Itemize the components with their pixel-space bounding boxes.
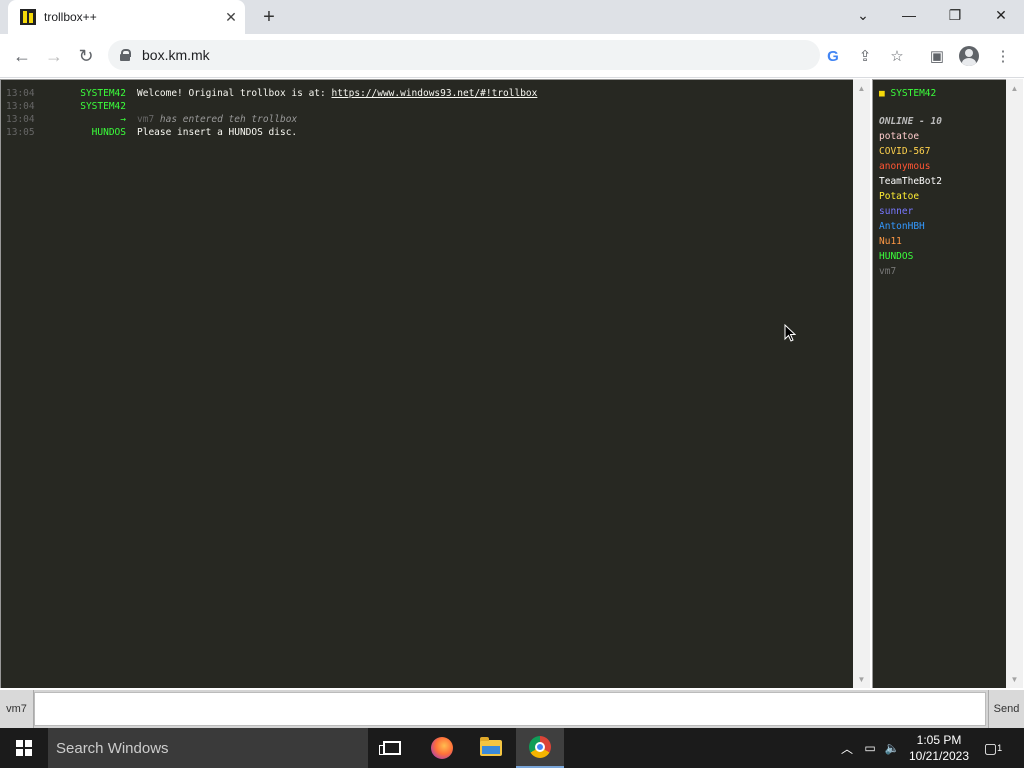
message-input[interactable] (34, 692, 986, 726)
new-tab-button[interactable]: + (258, 6, 280, 28)
search-placeholder: Search Windows (56, 739, 169, 757)
clock-time: 1:05 PM (916, 733, 962, 747)
reload-button[interactable]: ↻ (72, 42, 100, 70)
start-button[interactable] (0, 728, 48, 768)
address-bar[interactable]: box.km.mk (108, 40, 820, 70)
volume-muted-icon[interactable]: 🔈 (882, 728, 902, 768)
tab-strip: trollbox++ ✕ + ⌄ — ❐ ✕ (0, 0, 1024, 34)
send-button[interactable]: Send (988, 690, 1024, 728)
back-button[interactable]: ← (8, 42, 36, 70)
message-nick[interactable]: → (120, 114, 126, 125)
task-view-icon (379, 741, 401, 755)
message-body: Welcome! Original trollbox is at: (137, 88, 332, 99)
user-list-item[interactable]: Nu11 (879, 236, 902, 247)
join-text: has entered teh trollbox (159, 114, 298, 125)
user-list-item[interactable]: Potatoe (879, 191, 919, 202)
notification-icon: ▢ (983, 739, 998, 756)
message-input-bar: vm7 Send (0, 690, 1024, 728)
system-user-name: SYSTEM42 (890, 88, 937, 99)
scroll-up-arrow-icon[interactable]: ▲ (1006, 81, 1023, 95)
message-nick[interactable]: HUNDOS (92, 127, 126, 138)
user-list-item[interactable]: HUNDOS (879, 251, 913, 262)
chat-scrollbar[interactable]: ▲ ▼ (853, 79, 870, 688)
url-text[interactable]: box.km.mk (142, 47, 210, 63)
trollbox-favicon-icon (20, 9, 36, 25)
windows-taskbar: Search Windows ︿ ▭ 🔈 1:05 PM 10/21/2023 … (0, 728, 1024, 768)
close-window-button[interactable]: ✕ (978, 0, 1024, 30)
chrome-icon (529, 736, 551, 758)
message-body: Please insert a HUNDOS disc. (137, 127, 298, 138)
restore-button[interactable]: ❐ (932, 0, 978, 30)
message-link[interactable]: https://www.windows93.net/#!trollbox (331, 88, 537, 99)
online-count-label: ONLINE - 10 (879, 116, 942, 127)
chat-log: 13:04 SYSTEM42 Welcome! Original trollbox … (0, 79, 853, 688)
message-time: 13:04 (6, 114, 35, 125)
message-nick[interactable]: SYSTEM42 (80, 101, 126, 112)
chat-message: 13:04 SYSTEM42 Welcome! Original trollbox … (1, 88, 841, 101)
notification-count: 1 (997, 743, 1003, 753)
chat-message: 13:05 HUNDOS Please insert a HUNDOS disc. (1, 127, 841, 140)
file-explorer-taskbar-button[interactable] (467, 728, 515, 768)
scroll-down-arrow-icon[interactable]: ▼ (853, 672, 870, 686)
chat-message: 13:04 → vm7 has entered teh trollbox (1, 114, 841, 127)
user-list-item[interactable]: potatoe (879, 131, 919, 142)
close-tab-icon[interactable]: ✕ (221, 7, 241, 27)
bookmark-star-icon[interactable]: ☆ (886, 45, 908, 67)
joined-nick: vm7 (137, 114, 155, 125)
share-icon[interactable]: ⇪ (854, 45, 876, 67)
windows-logo-icon (16, 740, 32, 756)
nickname-button[interactable]: vm7 (0, 690, 34, 728)
taskbar-search-box[interactable]: Search Windows (48, 728, 368, 768)
avatar-icon (959, 46, 979, 66)
user-list-item[interactable]: COVID-567 (879, 146, 930, 157)
scroll-up-arrow-icon[interactable]: ▲ (853, 81, 870, 95)
message-text: Please insert a HUNDOS disc. (137, 127, 297, 138)
chrome-taskbar-button[interactable] (516, 728, 564, 768)
message-time: 13:05 (6, 127, 35, 138)
notification-center-button[interactable]: ▢ 1 (980, 728, 1006, 768)
minimize-button[interactable]: — (886, 0, 932, 30)
chat-message: 13:04 SYSTEM42 (1, 101, 841, 114)
user-list-item[interactable]: anonymous (879, 161, 930, 172)
browser-toolbar: ← → ↻ box.km.mk G ⇪ ☆ ▣ ⋮ (0, 34, 1024, 78)
browser-tab[interactable]: trollbox++ ✕ (8, 0, 245, 34)
clock-date: 10/21/2023 (908, 749, 970, 763)
task-view-button[interactable] (368, 728, 416, 768)
profile-avatar[interactable] (958, 45, 980, 67)
system-user: ■ SYSTEM42 (879, 88, 936, 99)
user-list-item[interactable]: sunner (879, 206, 913, 217)
firefox-taskbar-button[interactable] (418, 728, 466, 768)
userlist-scrollbar[interactable]: ▲ ▼ (1006, 79, 1023, 688)
message-time: 13:04 (6, 101, 35, 112)
firefox-icon (431, 737, 453, 759)
forward-button[interactable]: → (40, 42, 68, 70)
message-nick[interactable]: SYSTEM42 (80, 88, 126, 99)
lock-icon[interactable] (120, 49, 131, 61)
tab-title: trollbox++ (44, 10, 97, 24)
user-list-item[interactable]: TeamTheBot2 (879, 176, 942, 187)
menu-kebab-icon[interactable]: ⋮ (992, 45, 1014, 67)
trollbox-page: 13:04 SYSTEM42 Welcome! Original trollbox … (0, 78, 1024, 728)
side-panel-icon[interactable]: ▣ (926, 45, 948, 67)
show-hidden-icons-chevron-icon[interactable]: ︿ (838, 728, 856, 768)
network-icon[interactable]: ▭ (860, 728, 880, 768)
user-list: ■ SYSTEM42 ONLINE - 10 potatoe COVID-567 a… (872, 79, 1006, 688)
user-list-item[interactable]: vm7 (879, 266, 896, 277)
message-time: 13:04 (6, 88, 35, 99)
user-list-item[interactable]: AntonHBH (879, 221, 925, 232)
tab-search-chevron-icon[interactable]: ⌄ (840, 0, 886, 30)
google-lens-icon[interactable]: G (822, 45, 844, 67)
folder-icon: ■ (879, 88, 885, 99)
scroll-down-arrow-icon[interactable]: ▼ (1006, 672, 1023, 686)
file-explorer-icon (480, 737, 502, 756)
system-clock[interactable]: 1:05 PM 10/21/2023 (904, 732, 974, 764)
message-text: Welcome! Original trollbox is at: https:… (137, 88, 537, 99)
message-text: vm7 has entered teh trollbox (137, 114, 297, 125)
